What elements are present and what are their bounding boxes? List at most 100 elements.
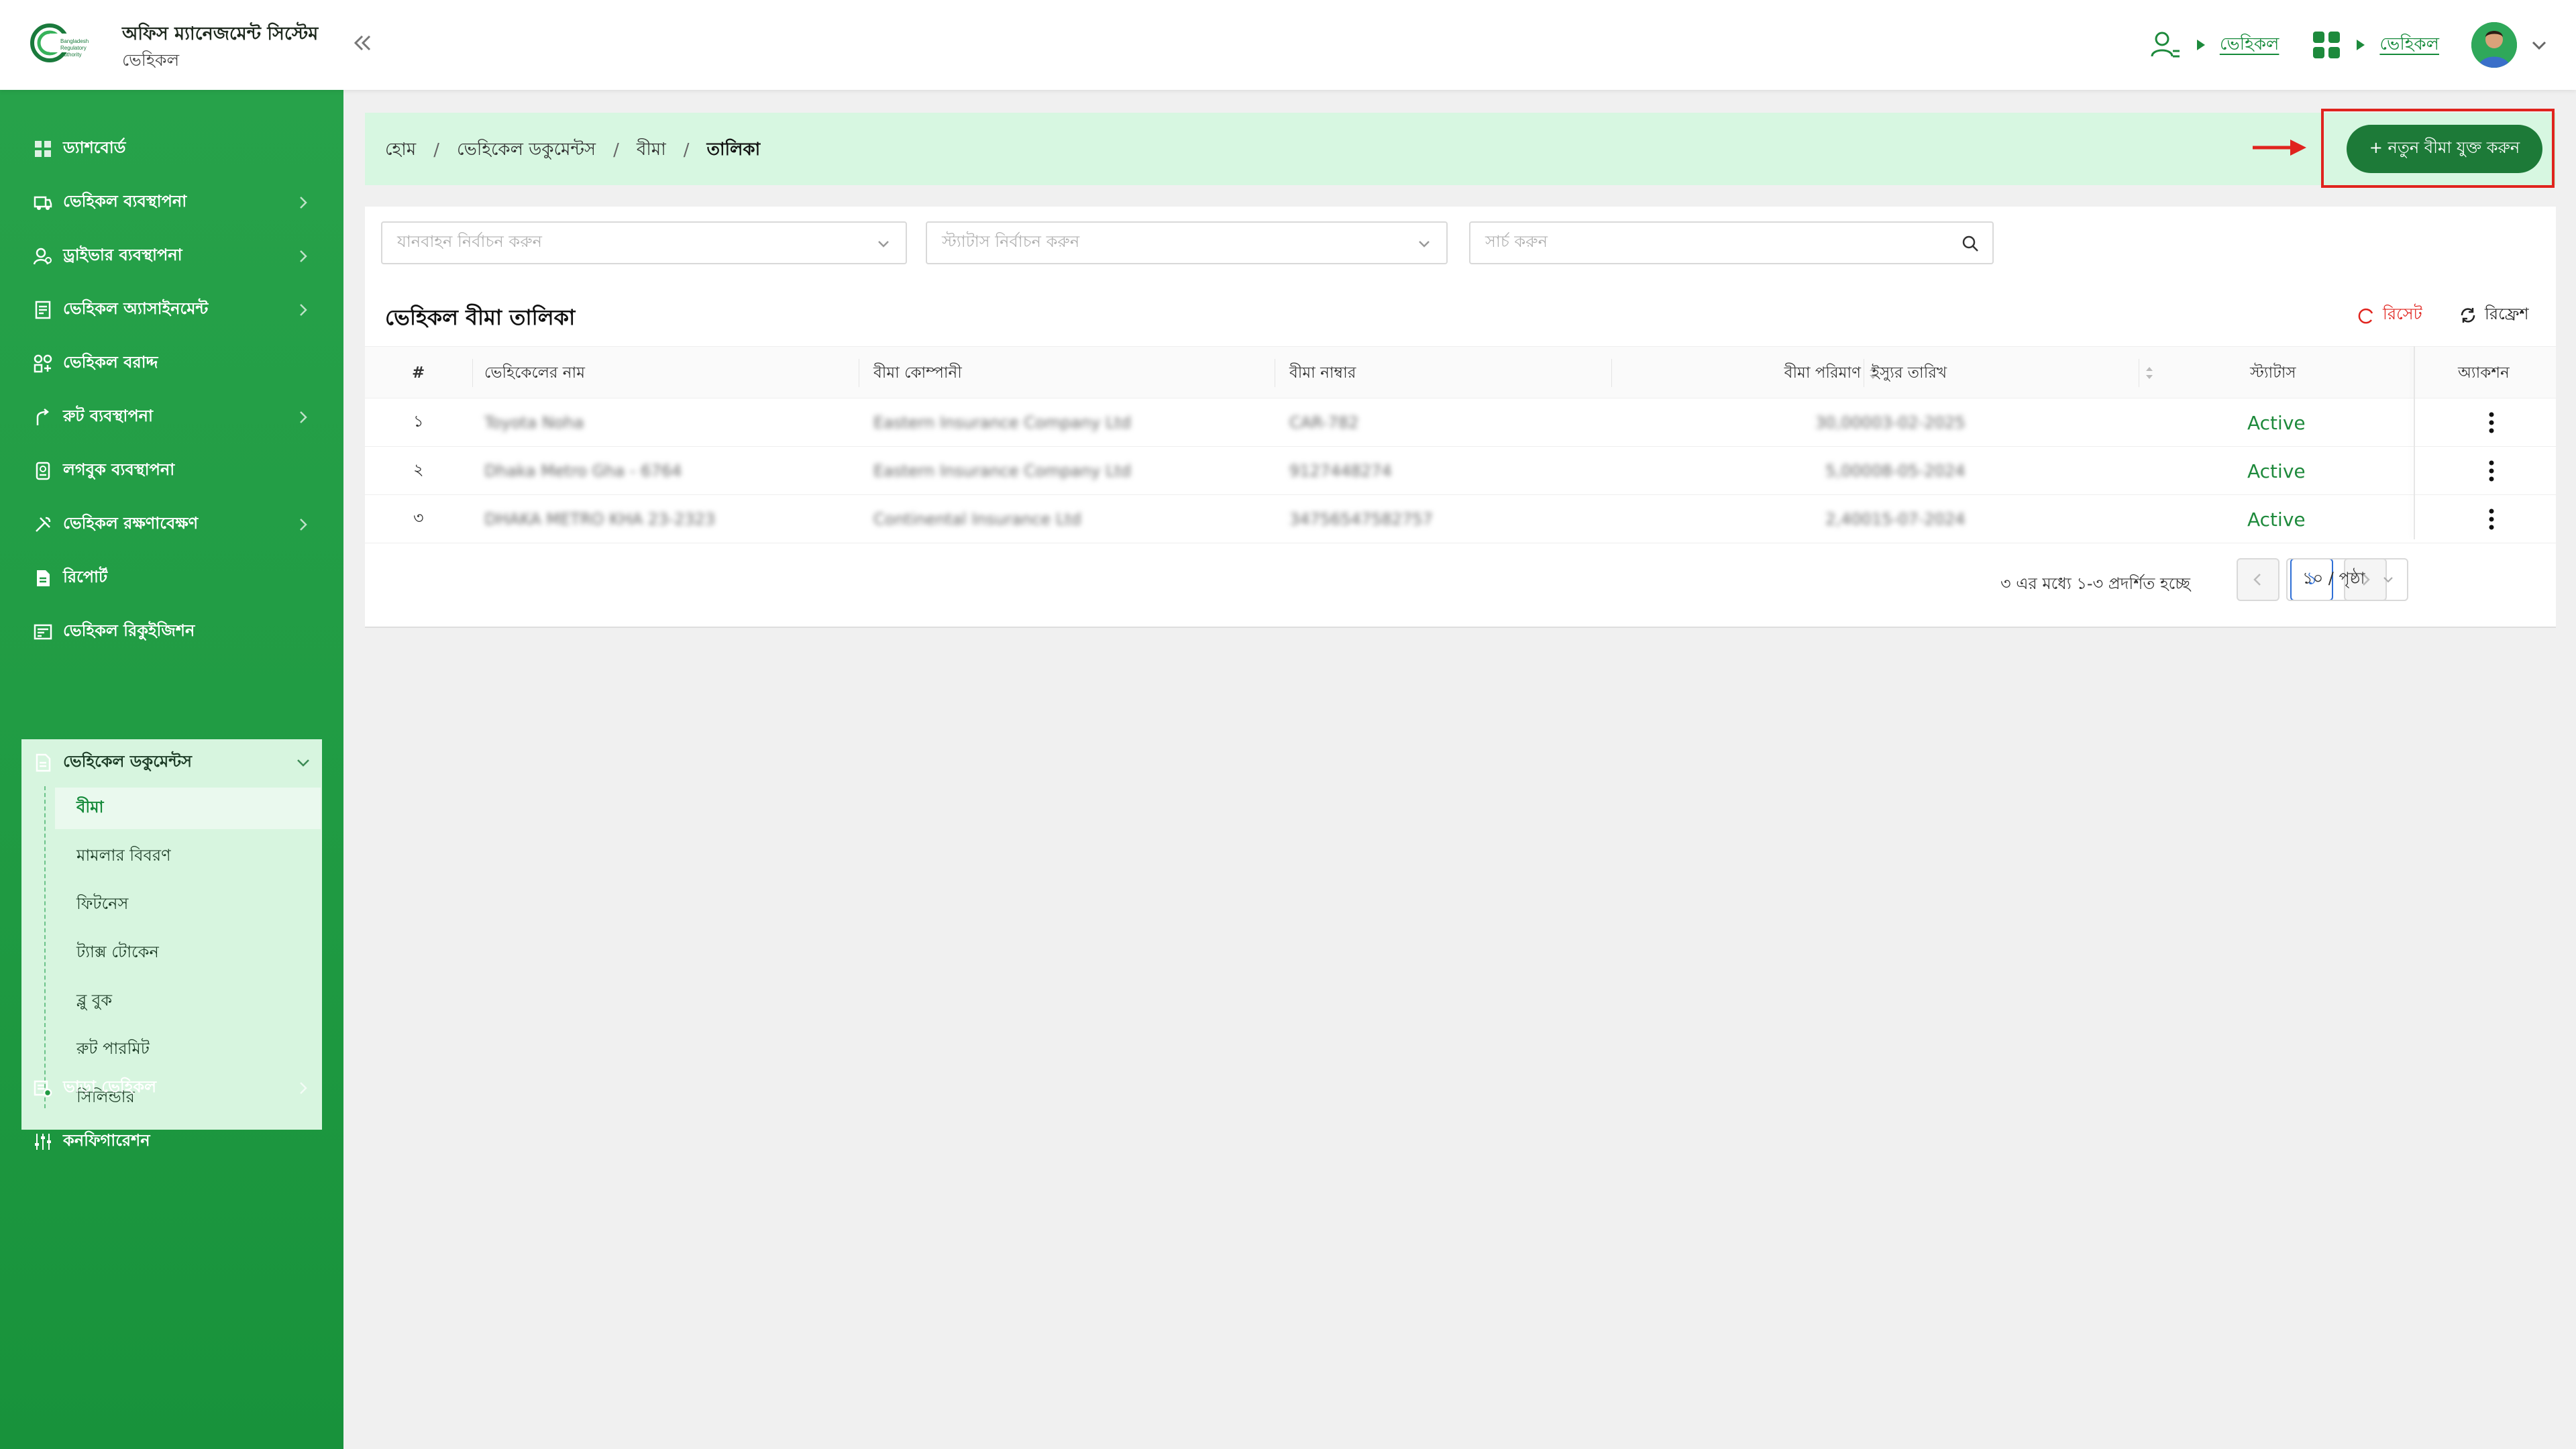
row-vehicle-name: DHAKA METRO KHA 23-2323 [484,510,716,529]
sidebar-item-vehicle-requisition[interactable]: ভেহিকল রিকুইজিশন [21,613,322,651]
chevron-right-icon [300,1082,307,1094]
svg-text:Authority: Authority [60,52,82,58]
row-issue-date: 08-05-2024 [1872,462,1966,480]
sidebar-item-configuration[interactable]: কনফিগারেশন [21,1123,322,1161]
breadcrumb-separator: / [433,140,439,160]
reset-icon [2358,308,2373,324]
column-header-action: অ্যাকশন [2458,364,2510,382]
row-insurance-company: Eastern Insurance Company Ltd [873,462,1132,480]
chevron-down-icon [878,241,889,248]
filter-bar: যানবাহন নির্বাচন করুন স্ট্যাটাস নির্বাচন… [365,207,2556,287]
table-header: # ভেহিকেলের নাম বীমা কোম্পানী বীমা নাম্ব… [365,346,2556,398]
sidebar-item-vehicle-allocation[interactable]: ভেহিকল বরাদ্দ [21,345,322,382]
status-select[interactable]: স্ট্যাটাস নির্বাচন করুন [926,221,1448,264]
header-link-apps-module[interactable]: ভেহিকল [2379,30,2439,60]
route-icon [32,407,54,428]
sidebar-item-label: ড্যাশবোর্ড [63,138,126,157]
sidebar-item-label: ড্রাইভার ব্যবস্থাপনা [63,246,182,264]
reset-button[interactable]: রিসেট [2356,302,2422,329]
chevron-down-icon [1419,241,1430,248]
sidebar-item-vehicle-documents[interactable]: ভেহিকেল ডকুমেন্টস [21,739,322,786]
sidebar-item-vehicle-assignment[interactable]: ভেহিকল অ্যাসাইনমেন্ট [21,291,322,329]
svg-text:Bangladesh: Bangladesh [60,38,89,44]
sidebar-item-label: ভেহিকল রিকুইজিশন [63,621,195,640]
chevron-down-icon [297,759,309,767]
action-column-divider [2414,346,2415,539]
breadcrumb-insurance[interactable]: বীমা [637,136,666,165]
breadcrumb-home[interactable]: হোম [385,136,416,165]
row-insurance-number: 9127448274 [1289,462,1392,480]
chevron-right-icon [300,250,307,262]
previous-page-button[interactable] [2237,558,2279,601]
sidebar-subitem-insurance[interactable]: বীমা [55,788,321,829]
sidebar-item-rental-vehicle[interactable]: ভাড়া ভেহিকল [21,1069,322,1107]
sidebar-subitem-fitness[interactable]: ফিটনেস [55,884,322,926]
maintenance-icon [32,514,54,535]
row-index: ২ [413,460,424,479]
column-header-label: বীমা পরিমাণ [1784,364,1861,382]
top-header: Bangladesh Regulatory Authority অফিস ম্য… [0,0,2576,90]
refresh-button[interactable]: রিফ্রেশ [2458,302,2529,329]
sidebar-subitem-blue-book[interactable]: ব্লু বুক [55,981,322,1022]
sidebar-item-route-management[interactable]: রুট ব্যবস্থাপনা [21,398,322,436]
more-vertical-icon[interactable] [2478,408,2505,437]
vehicle-select[interactable]: যানবাহন নির্বাচন করুন [381,221,907,264]
sidebar-subitem-case-details[interactable]: মামলার বিবরণ [55,836,322,877]
vehicle-select-placeholder: যানবাহন নির্বাচন করুন [397,232,542,251]
requisition-icon [32,621,54,643]
sidebar-item-label: লগবুক ব্যবস্থাপনা [63,460,175,479]
sidebar-item-label: ভেহিকল রক্ষণাবেক্ষণ [63,514,199,533]
column-header-insurance-amount[interactable]: বীমা পরিমাণ [1746,347,1880,399]
report-icon [32,568,54,589]
sidebar-subitem-tax-token[interactable]: ট্যাক্স টোকেন [55,932,322,974]
sidebar-item-label: ভেহিকেল ডকুমেন্টস [63,752,192,771]
sidebar-item-dashboard[interactable]: ড্যাশবোর্ড [21,130,322,168]
table-row: ৩ DHAKA METRO KHA 23-2323 Continental In… [365,495,2556,543]
chevron-down-icon[interactable] [2529,35,2549,55]
breadcrumb-bar: হোম / ভেহিকেল ডকুমেন্টস / বীমা / তালিকা [365,113,2556,185]
sidebar-subitem-route-permit[interactable]: রুট পারমিট [55,1029,322,1071]
sidebar-item-vehicle-maintenance[interactable]: ভেহিকল রক্ষণাবেক্ষণ [21,506,322,543]
page-size-value: ১০ / পৃষ্ঠা [2302,569,2365,588]
sidebar-item-driver-management[interactable]: ড্রাইভার ব্যবস্থাপনা [21,237,322,275]
table-row: ১ Toyota Noha Eastern Insurance Company … [365,398,2556,447]
apps-grid-icon[interactable] [2311,30,2342,60]
user-switch-icon[interactable] [2149,28,2182,62]
row-insurance-company: Continental Insurance Ltd [873,510,1081,529]
collapse-sidebar-icon[interactable] [349,30,376,56]
breadcrumb-vehicle-documents[interactable]: ভেহিকেল ডকুমেন্টস [457,136,596,165]
column-header-issue-date[interactable]: ইস্যুর তারিখ [1872,347,2163,399]
row-insurance-company: Eastern Insurance Company Ltd [873,413,1132,432]
header-actions: ভেহিকল ভেহিকল [2149,21,2549,68]
sidebar-item-report[interactable]: রিপোর্ট [21,559,322,597]
svg-text:Regulatory: Regulatory [60,45,87,51]
configuration-icon [32,1131,54,1152]
row-insurance-amount: 5,000 [1825,462,1872,480]
sidebar-item-vehicle-management[interactable]: ভেহিকল ব্যবস্থাপনা [21,184,322,221]
more-vertical-icon[interactable] [2478,456,2505,486]
add-insurance-button[interactable]: + নতুন বীমা যুক্ত করুন [2347,125,2542,173]
row-status: Active [2247,460,2306,482]
breadcrumb-separator: / [683,140,690,160]
user-avatar[interactable] [2471,22,2517,68]
assignment-icon [32,299,54,321]
annotation-arrow-icon [2253,140,2306,156]
sidebar-item-logbook-management[interactable]: লগবুক ব্যবস্থাপনা [21,452,322,490]
brta-logo: Bangladesh Regulatory Authority [30,23,89,62]
sidebar-item-label: ভেহিকল ব্যবস্থাপনা [63,192,187,211]
caret-right-icon [2196,40,2205,50]
more-vertical-icon[interactable] [2478,504,2505,534]
page-size-select[interactable]: ১০ / পৃষ্ঠা [2286,558,2408,601]
row-status: Active [2247,508,2306,531]
search-input[interactable]: সার্চ করুন [1469,221,1994,264]
row-status: Active [2247,411,2306,434]
header-link-user-module[interactable]: ভেহিকল [2220,30,2279,60]
app-subtitle: ভেহিকল [122,50,180,70]
column-header-insurance-company: বীমা কোম্পানী [873,364,962,382]
sidebar-item-label: ভেহিকল অ্যাসাইনমেন্ট [63,299,209,318]
pagination-summary: ৩ এর মধ্যে ১-৩ প্রদর্শিত হচ্ছে [2000,574,2190,593]
search-icon[interactable] [1960,233,1980,254]
driver-icon [32,246,54,267]
table-title: ভেহিকল বীমা তালিকা [385,305,576,330]
reset-label: রিসেট [2383,305,2422,323]
